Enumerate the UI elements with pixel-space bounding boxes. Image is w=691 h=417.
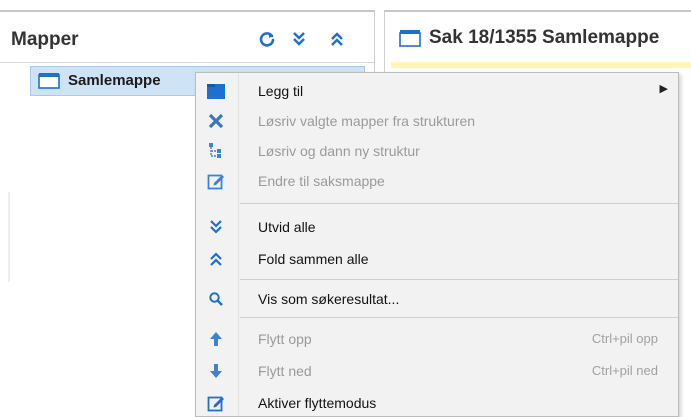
menu-item-losriv-ny-struktur[interactable]: Løsriv og dann ny struktur xyxy=(196,137,678,165)
edit-icon xyxy=(205,171,227,191)
menu-item-utvid-alle[interactable]: Utvid alle xyxy=(196,213,678,241)
expand-all-icon xyxy=(205,217,227,237)
menu-item-legg-til[interactable]: Legg til ▶ xyxy=(196,77,678,105)
menu-item-label: Endre til saksmappe xyxy=(258,173,385,189)
case-panel-title: Sak 18/1355 Samlemappe xyxy=(429,27,660,48)
folders-panel-header: Mapper xyxy=(0,12,374,64)
menu-item-label: Flytt opp xyxy=(258,331,312,347)
menu-item-vis-som-sokeresultat[interactable]: Vis som søkeresultat... xyxy=(196,285,678,313)
menu-item-label: Vis som søkeresultat... xyxy=(258,291,400,307)
hierarchy-icon xyxy=(205,141,227,161)
menu-separator xyxy=(240,279,678,280)
menu-item-shortcut: Ctrl+pil ned xyxy=(591,363,658,378)
menu-separator xyxy=(240,203,678,204)
close-icon xyxy=(205,111,227,131)
submenu-arrow-icon: ▶ xyxy=(659,83,668,95)
menu-item-fold-sammen-alle[interactable]: Fold sammen alle xyxy=(196,245,678,273)
menu-item-losriv-valgte[interactable]: Løsriv valgte mapper fra strukturen xyxy=(196,107,678,135)
collapse-all-icon xyxy=(205,249,227,269)
folder-icon xyxy=(38,73,60,89)
refresh-icon[interactable] xyxy=(256,28,278,50)
menu-item-flytt-opp[interactable]: Flytt opp Ctrl+pil opp xyxy=(196,325,678,353)
collapse-all-icon[interactable] xyxy=(326,28,348,50)
folder-icon xyxy=(399,30,421,47)
context-menu: Legg til ▶ Løsriv valgte mapper fra stru… xyxy=(195,72,679,417)
folders-panel-title: Mapper xyxy=(11,29,79,50)
menu-item-label: Fold sammen alle xyxy=(258,251,369,267)
scroll-track xyxy=(8,192,10,282)
menu-item-label: Flytt ned xyxy=(258,363,312,379)
menu-item-label: Løsriv valgte mapper fra strukturen xyxy=(258,113,476,129)
expand-all-icon[interactable] xyxy=(288,28,310,50)
arrow-up-icon xyxy=(205,329,227,349)
menu-item-flytt-ned[interactable]: Flytt ned Ctrl+pil ned xyxy=(196,357,678,385)
arrow-down-icon xyxy=(205,361,227,381)
tree-item-label: Samlemappe xyxy=(68,72,161,89)
case-panel: Sak 18/1355 Samlemappe xyxy=(384,10,691,72)
search-icon xyxy=(205,289,227,309)
folder-icon xyxy=(205,81,227,101)
menu-separator xyxy=(240,317,678,318)
menu-item-endre-saksmappe[interactable]: Endre til saksmappe xyxy=(196,167,678,195)
menu-item-label: Legg til xyxy=(258,83,304,99)
menu-item-label: Utvid alle xyxy=(258,219,316,235)
menu-item-aktiver-flyttemodus[interactable]: Aktiver flyttemodus xyxy=(196,389,678,416)
menu-item-label: Aktiver flyttemodus xyxy=(258,395,377,411)
menu-item-shortcut: Ctrl+pil opp xyxy=(591,331,658,346)
case-highlight-bar xyxy=(391,62,691,68)
edit-icon xyxy=(205,393,227,413)
menu-item-label: Løsriv og dann ny struktur xyxy=(258,143,420,159)
header-divider xyxy=(0,62,374,63)
